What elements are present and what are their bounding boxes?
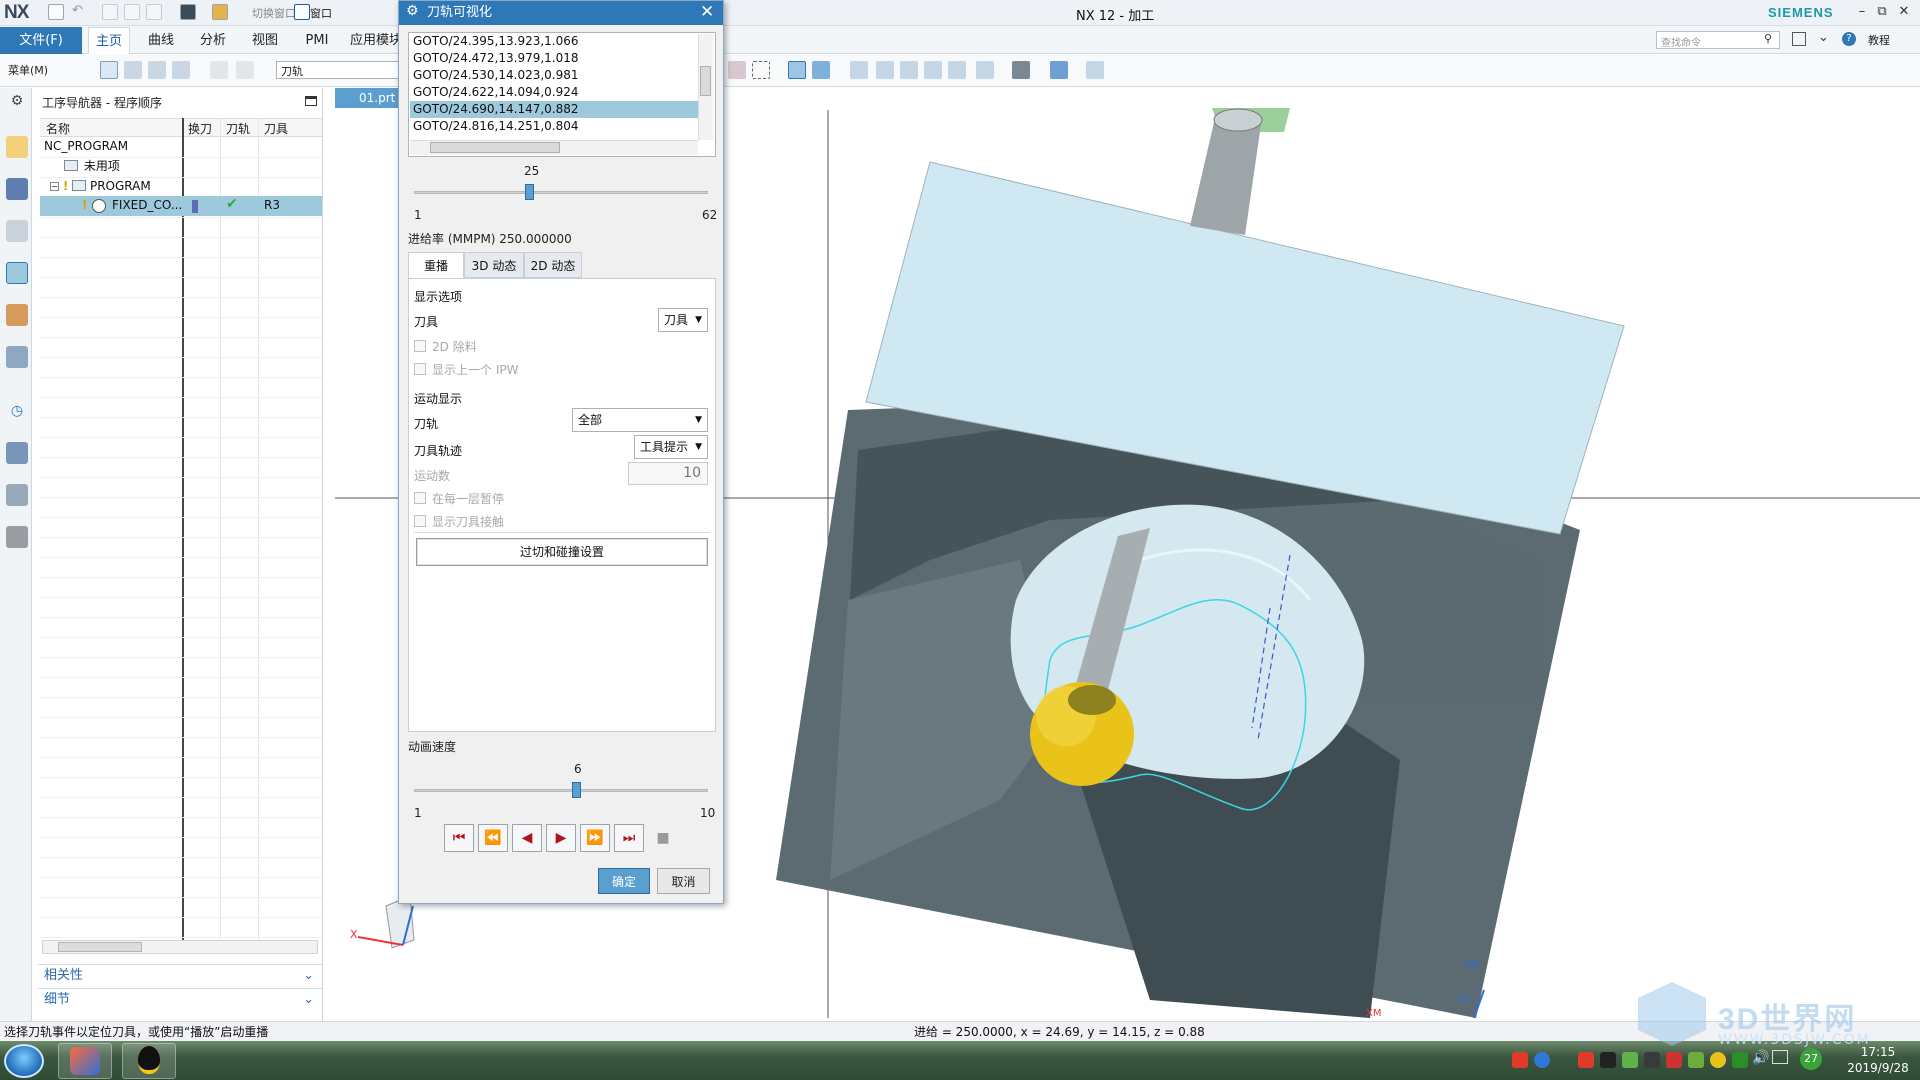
tool-shank-end xyxy=(1213,108,1263,132)
toolpath-label: 刀轨 xyxy=(414,417,439,431)
tray-app-icon[interactable] xyxy=(1732,1052,1748,1068)
prev-ipw-label: 显示上一个 IPW xyxy=(432,363,519,377)
speed-slider-track[interactable] xyxy=(414,789,708,792)
network-icon[interactable] xyxy=(1772,1050,1788,1064)
watermark-url: WWW.3DSJW.COM xyxy=(1718,1032,1871,1048)
show-contact-checkbox[interactable] xyxy=(414,515,426,527)
qq-tray-icon[interactable] xyxy=(1600,1052,1616,1068)
list-item[interactable]: GOTO/24.530,14.023,0.981 xyxy=(410,67,700,84)
feed-rate-label: 进给率 (MMPM) 250.000000 xyxy=(408,232,572,246)
tool-trace-select-value: 工具提示 xyxy=(640,440,689,454)
status-message: 选择刀轨事件以定位刀具，或使用“播放”启动重播 xyxy=(4,1025,269,1039)
gouge-collision-settings-button[interactable]: 过切和碰撞设置 xyxy=(416,538,708,566)
motion-count-input[interactable]: 10 xyxy=(628,462,708,485)
tool-trace-select[interactable]: 工具提示 ▼ xyxy=(634,435,708,459)
viewport-scene xyxy=(335,108,1920,1019)
speed-slider-min: 1 xyxy=(414,806,422,820)
speed-slider-thumb[interactable] xyxy=(571,782,581,798)
tab-2d-dynamic[interactable]: 2D 动态 xyxy=(524,252,582,278)
dialog-title: 刀轨可视化 xyxy=(399,1,723,25)
temperature-badge[interactable]: 27 xyxy=(1800,1048,1822,1070)
skip-first-icon: ⏮ xyxy=(452,830,466,846)
step-back-button[interactable]: ⏪ xyxy=(478,824,508,852)
speed-slider-value: 6 xyxy=(574,762,582,776)
tab-3d-dynamic[interactable]: 3D 动态 xyxy=(464,252,524,278)
close-icon[interactable]: ✕ xyxy=(700,2,714,22)
list-item[interactable]: GOTO/24.472,13.979,1.018 xyxy=(410,50,700,67)
position-slider-value: 25 xyxy=(524,164,540,178)
speed-slider-max: 10 xyxy=(700,806,716,820)
tray-app-icon[interactable] xyxy=(1622,1052,1638,1068)
play-icon: ▶ xyxy=(555,830,567,846)
toolpath-select[interactable]: 全部 ▼ xyxy=(572,408,708,432)
tray-app-icon[interactable] xyxy=(1666,1052,1682,1068)
tool-label: 刀具 xyxy=(414,315,439,329)
show-contact-label: 显示刀具接触 xyxy=(432,515,505,529)
position-slider-min: 1 xyxy=(414,208,422,222)
scrollbar-thumb[interactable] xyxy=(700,66,711,96)
position-slider-max: 62 xyxy=(702,208,718,222)
triad-x-label: X xyxy=(350,928,358,941)
pause-each-layer-label: 在每一层暂停 xyxy=(432,492,505,506)
step-forward-button[interactable]: ⏩ xyxy=(580,824,610,852)
list-item[interactable]: GOTO/24.395,13.923,1.066 xyxy=(410,33,700,50)
tab-replay[interactable]: 重播 xyxy=(408,252,464,278)
list-item[interactable]: GOTO/24.816,14.251,0.804 xyxy=(410,118,700,134)
toolpath-select-value: 全部 xyxy=(578,413,603,427)
ok-button[interactable]: 确定 xyxy=(598,868,650,894)
tool-shank-top xyxy=(1190,118,1262,235)
rewind-to-start-button[interactable]: ⏮ xyxy=(444,824,474,852)
pause-each-layer-checkbox[interactable] xyxy=(414,492,426,504)
position-slider-track[interactable] xyxy=(414,191,708,194)
forward-to-end-button[interactable]: ⏭ xyxy=(614,824,644,852)
list-item-selected[interactable]: GOTO/24.690,14.147,0.882 xyxy=(410,101,700,118)
step-back-icon: ⏪ xyxy=(484,830,502,846)
qq-icon xyxy=(138,1046,160,1074)
stop-button[interactable]: ■ xyxy=(648,824,678,852)
skip-last-icon: ⏭ xyxy=(622,830,636,846)
2d-stock-label: 2D 除料 xyxy=(432,340,477,354)
gear-icon[interactable]: ⚙ xyxy=(406,3,419,19)
play-button[interactable]: ▶ xyxy=(546,824,576,852)
taskbar-clock[interactable]: 17:15 2019/9/28 xyxy=(1838,1044,1918,1076)
chevron-down-icon: ▼ xyxy=(695,315,702,325)
2d-stock-checkbox[interactable] xyxy=(414,340,426,352)
position-slider-thumb[interactable] xyxy=(524,184,534,200)
prev-ipw-checkbox[interactable] xyxy=(414,363,426,375)
tray-app-icon[interactable] xyxy=(1644,1052,1660,1068)
chevron-down-icon: ▼ xyxy=(695,415,702,425)
ball-tool-neck xyxy=(1068,685,1116,715)
tray-app-icon[interactable] xyxy=(1710,1052,1726,1068)
status-coordinates: 进给 = 250.0000, x = 24.69, y = 14.15, z =… xyxy=(914,1025,1205,1039)
list-item[interactable]: GOTO/24.622,14.094,0.924 xyxy=(410,84,700,101)
start-button[interactable] xyxy=(4,1044,44,1078)
tool-trace-label: 刀具轨迹 xyxy=(414,444,463,458)
tool-select-value: 刀具 xyxy=(664,313,689,327)
triad-xm-label: XM xyxy=(1366,1008,1382,1019)
triad-zm-label: ZM xyxy=(1464,960,1480,971)
step-forward-icon: ⏩ xyxy=(586,830,604,846)
animation-speed-label: 动画速度 xyxy=(408,740,457,754)
stop-icon: ■ xyxy=(656,830,670,846)
clock-date: 2019/9/28 xyxy=(1847,1061,1909,1075)
nvidia-icon[interactable] xyxy=(1688,1052,1704,1068)
tray-app-icon[interactable] xyxy=(1578,1052,1594,1068)
display-options-heading: 显示选项 xyxy=(414,290,463,304)
help-tray-icon[interactable] xyxy=(1534,1052,1550,1068)
scrollbar-thumb[interactable] xyxy=(430,142,560,153)
divider xyxy=(414,532,710,533)
motion-display-heading: 运动显示 xyxy=(414,392,463,406)
motion-count-label: 运动数 xyxy=(414,469,451,483)
tray-app-icon[interactable] xyxy=(1512,1052,1528,1068)
tool-select[interactable]: 刀具 ▼ xyxy=(658,308,708,332)
browser-icon xyxy=(70,1047,100,1075)
play-reverse-button[interactable]: ◀ xyxy=(512,824,542,852)
chevron-down-icon: ▼ xyxy=(695,442,702,452)
triad-zc-label: ZC xyxy=(1458,994,1472,1005)
volume-icon[interactable]: 🔊 xyxy=(1752,1050,1769,1066)
cancel-button[interactable]: 取消 xyxy=(657,868,710,894)
play-reverse-icon: ◀ xyxy=(521,830,533,846)
